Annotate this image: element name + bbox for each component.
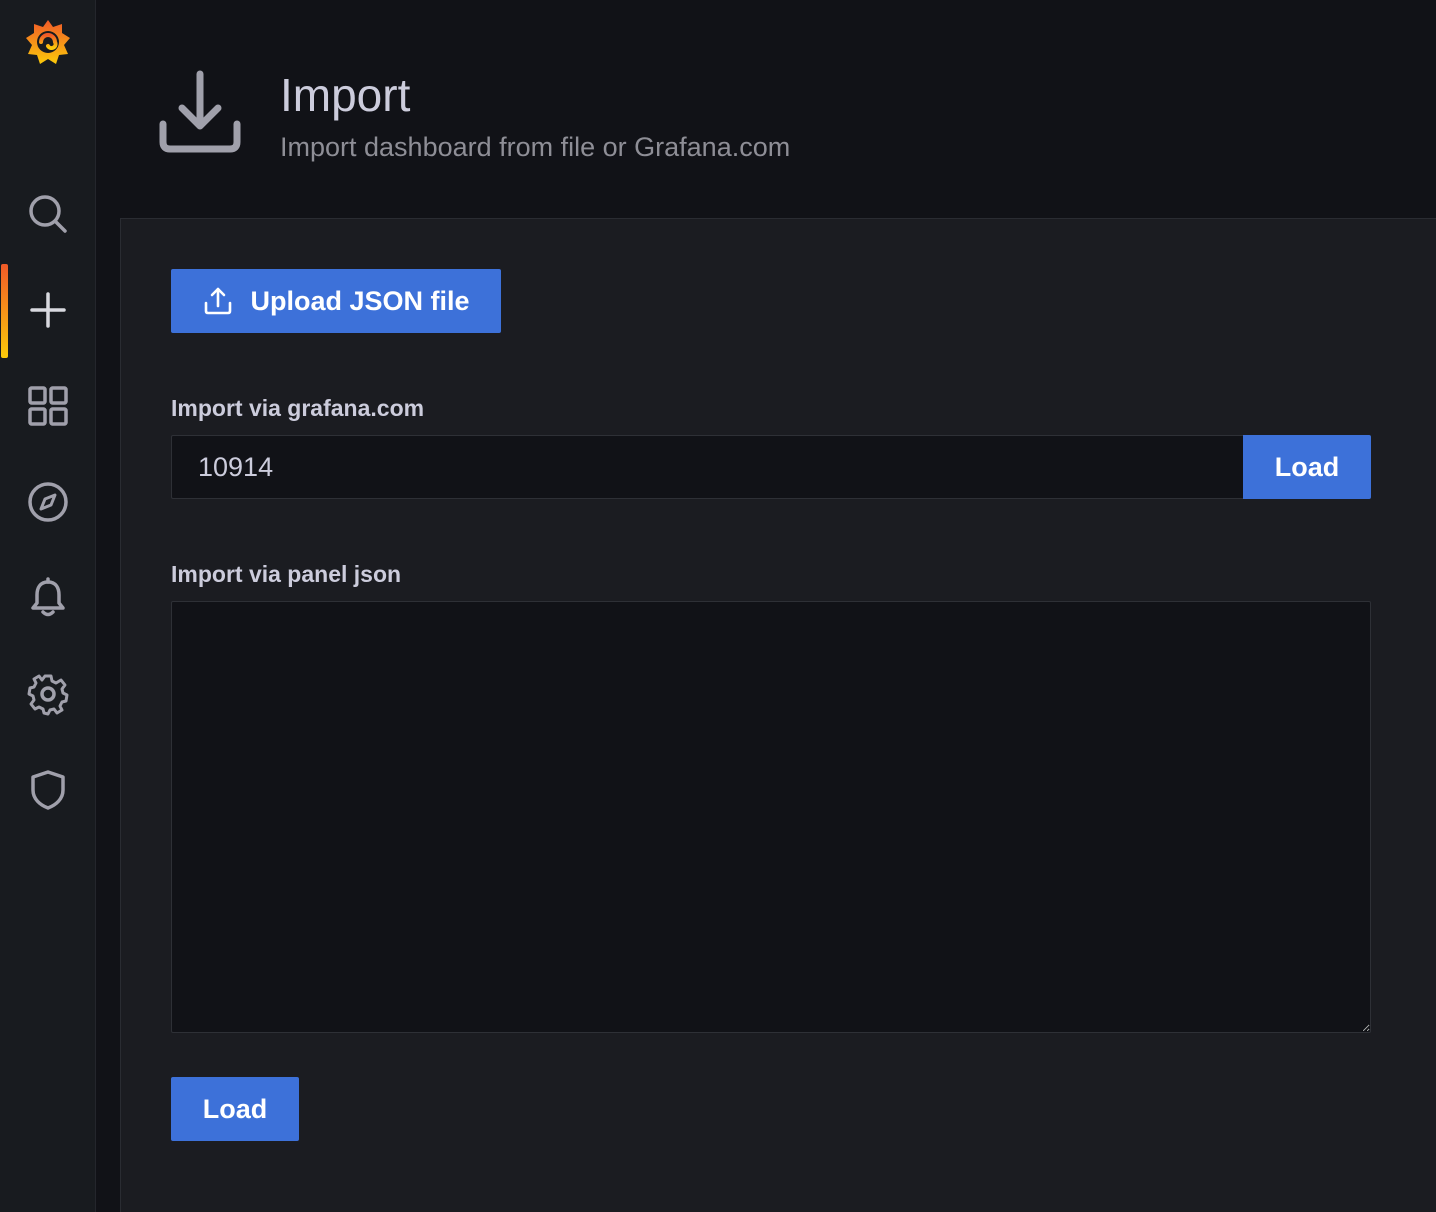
gear-icon xyxy=(27,674,69,716)
panel-json-load-button[interactable]: Load xyxy=(171,1077,299,1141)
search-icon xyxy=(29,195,67,233)
grafana-com-label: Import via grafana.com xyxy=(171,395,425,421)
sidebar-item-configuration[interactable] xyxy=(0,646,96,742)
import-panel: Upload JSON file Import via grafana.com … xyxy=(120,218,1436,1212)
sidebar xyxy=(0,0,96,1212)
grafana-com-load-button[interactable]: Load xyxy=(1243,435,1371,499)
grafana-com-id-input[interactable] xyxy=(171,435,1243,499)
sidebar-item-explore[interactable] xyxy=(0,454,96,550)
shield-icon xyxy=(31,770,65,810)
upload-json-button-label: Upload JSON file xyxy=(250,285,470,316)
plus-icon xyxy=(30,292,66,328)
sidebar-item-create[interactable] xyxy=(0,262,96,358)
download-icon xyxy=(159,70,241,153)
sidebar-item-dashboards[interactable] xyxy=(0,358,96,454)
page-header: Import Import dashboard from file or Gra… xyxy=(96,0,1436,218)
page-title: Import xyxy=(280,69,411,121)
dashboards-grid-icon xyxy=(28,386,68,426)
sidebar-item-alerting[interactable] xyxy=(0,550,96,646)
page-subtitle: Import dashboard from file or Grafana.co… xyxy=(280,132,791,162)
compass-icon xyxy=(28,482,68,522)
panel-json-label: Import via panel json xyxy=(171,561,402,587)
grafana-logo-icon[interactable] xyxy=(20,12,76,68)
panel-json-textarea[interactable] xyxy=(171,601,1371,1033)
upload-json-button[interactable]: Upload JSON file xyxy=(171,269,501,333)
bell-icon xyxy=(31,577,65,617)
sidebar-item-server-admin[interactable] xyxy=(0,742,96,838)
sidebar-item-search[interactable] xyxy=(0,166,96,262)
upload-icon xyxy=(205,287,232,315)
